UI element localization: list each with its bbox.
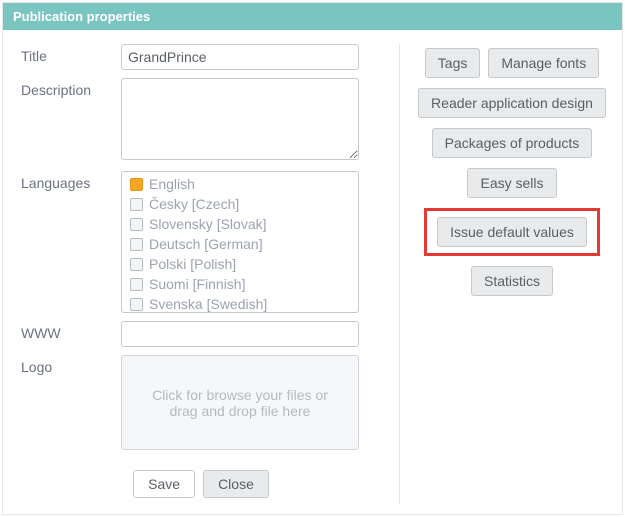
form-column: Title Description Languages Englis [21, 44, 381, 504]
row-www: WWW [21, 321, 381, 347]
checkbox-icon[interactable] [130, 238, 143, 251]
row-description: Description [21, 78, 381, 163]
label-description: Description [21, 78, 121, 98]
row-title: Title [21, 44, 381, 70]
label-title: Title [21, 44, 121, 64]
lang-label: Polski [Polish] [149, 256, 236, 272]
checkbox-icon[interactable] [130, 198, 143, 211]
manage-fonts-button[interactable]: Manage fonts [488, 48, 599, 78]
packages-button[interactable]: Packages of products [432, 128, 593, 158]
row-languages: Languages English Česky [Czech] [21, 171, 381, 313]
close-button[interactable]: Close [203, 470, 269, 498]
dialog-body: Title Description Languages Englis [3, 30, 622, 514]
publication-properties-dialog: Publication properties Title Description… [2, 2, 623, 515]
highlight-box: Issue default values [424, 208, 600, 256]
lang-label: Deutsch [German] [149, 236, 263, 252]
footer-buttons: Save Close [21, 458, 381, 504]
logo-dropzone[interactable]: Click for browse your files or drag and … [121, 355, 359, 450]
dropzone-text: Click for browse your files or drag and … [144, 387, 336, 419]
sidebar-buttons: Tags Manage fonts Reader application des… [399, 44, 610, 504]
row-logo: Logo Click for browse your files or drag… [21, 355, 381, 450]
dialog-title: Publication properties [3, 3, 622, 30]
title-input[interactable] [121, 44, 359, 70]
list-item[interactable]: Slovensky [Slovak] [122, 214, 358, 234]
reader-design-button[interactable]: Reader application design [418, 88, 606, 118]
lang-label: Slovensky [Slovak] [149, 216, 267, 232]
easy-sells-button[interactable]: Easy sells [467, 168, 556, 198]
languages-listbox[interactable]: English Česky [Czech] Slovensky [Slovak] [121, 171, 359, 313]
issue-defaults-button[interactable]: Issue default values [437, 217, 587, 247]
lang-label: Česky [Czech] [149, 196, 239, 212]
list-item[interactable]: Suomi [Finnish] [122, 274, 358, 294]
tags-button[interactable]: Tags [425, 48, 481, 78]
label-www: WWW [21, 321, 121, 341]
checkbox-icon[interactable] [130, 258, 143, 271]
lang-label: Svenska [Swedish] [149, 296, 267, 312]
checkbox-icon[interactable] [130, 298, 143, 311]
list-item[interactable]: Polski [Polish] [122, 254, 358, 274]
lang-label: Suomi [Finnish] [149, 276, 245, 292]
statistics-button[interactable]: Statistics [471, 266, 553, 296]
www-input[interactable] [121, 321, 359, 347]
label-languages: Languages [21, 171, 121, 191]
description-textarea[interactable] [121, 78, 359, 160]
label-logo: Logo [21, 355, 121, 375]
lang-label: English [149, 176, 195, 192]
list-item[interactable]: Svenska [Swedish] [122, 294, 358, 313]
checkbox-icon[interactable] [130, 218, 143, 231]
checkbox-icon[interactable] [130, 278, 143, 291]
list-item[interactable]: Deutsch [German] [122, 234, 358, 254]
save-button[interactable]: Save [133, 470, 195, 498]
checkbox-icon[interactable] [130, 178, 143, 191]
list-item[interactable]: English [122, 174, 358, 194]
list-item[interactable]: Česky [Czech] [122, 194, 358, 214]
